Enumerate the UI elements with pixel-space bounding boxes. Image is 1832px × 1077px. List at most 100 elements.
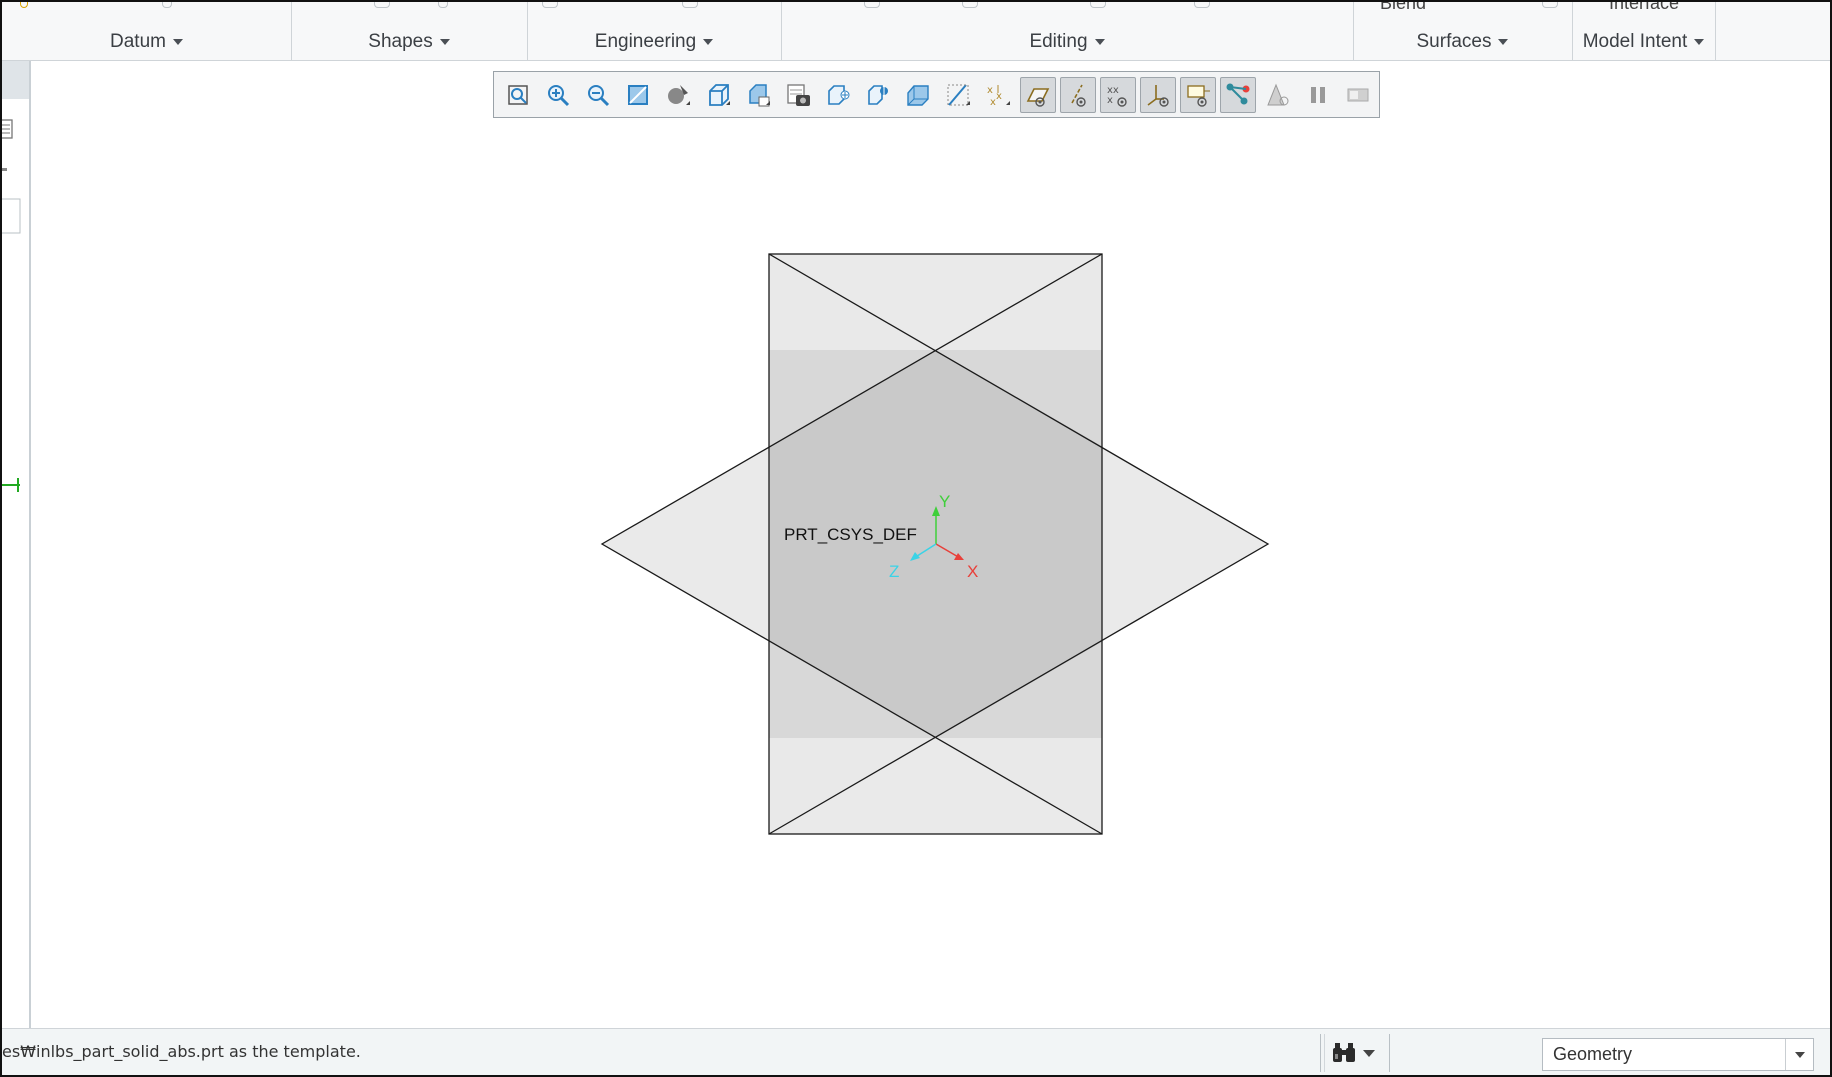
insert-indicator-icon[interactable] xyxy=(2,473,24,497)
editing-group-label: Editing xyxy=(1029,31,1088,52)
point-tag-display-button[interactable]: xx x xyxy=(1100,76,1136,113)
csys-display-icon xyxy=(1147,84,1169,107)
dropdown-arrow xyxy=(1785,1039,1813,1070)
graphics-toolbar: x x x xx x xyxy=(493,71,1380,118)
status-bar: es₩inlbs_part_solid_abs.prt as the templ… xyxy=(2,1028,1830,1075)
point-tag-display-icon: xxx xyxy=(1107,85,1127,107)
section-button[interactable] xyxy=(900,77,936,113)
axis-display-button[interactable] xyxy=(1060,76,1096,113)
annotation-filter-button[interactable] xyxy=(1180,76,1216,113)
ribbon-top-clipped: Blend Interface xyxy=(2,2,1830,16)
pause-button[interactable] xyxy=(1300,77,1336,113)
caret-down-icon xyxy=(703,39,714,45)
zoom-out-icon xyxy=(588,84,610,106)
saved-orientations-button[interactable] xyxy=(700,77,736,113)
animation-icon xyxy=(1267,83,1289,105)
csys-display-button[interactable] xyxy=(1140,76,1176,113)
application-window: Blend Interface Datum Shapes Engineering… xyxy=(0,0,1832,1077)
saved-orientations-icon xyxy=(709,83,730,106)
clipped-icon xyxy=(1194,2,1210,8)
editing-group-menu[interactable]: Editing xyxy=(781,28,1353,56)
z-axis-label: Z xyxy=(889,562,899,581)
ribbon: Blend Interface Datum Shapes Engineering… xyxy=(2,2,1830,61)
repaint-button[interactable] xyxy=(620,77,656,113)
clipped-icon xyxy=(962,2,978,8)
named-views-icon xyxy=(749,83,770,106)
perspective-view-icon xyxy=(828,84,850,105)
shapes-group-menu[interactable]: Shapes xyxy=(291,28,527,56)
clipped-icon xyxy=(542,2,558,8)
x-axis-label: X xyxy=(967,562,978,581)
caret-down-icon xyxy=(1498,39,1509,45)
pause-icon xyxy=(1311,86,1325,103)
search-field-edge[interactable] xyxy=(2,197,24,237)
perspective-view-button[interactable] xyxy=(820,77,856,113)
datum-group-menu[interactable]: Datum xyxy=(2,28,291,56)
caret-down-icon xyxy=(1094,39,1105,45)
display-style-button[interactable] xyxy=(660,77,696,113)
find-options-dropdown[interactable] xyxy=(1359,1038,1379,1068)
playback-icon xyxy=(1347,88,1369,101)
svg-text:x: x xyxy=(996,91,1002,102)
model-intent-group-menu[interactable]: Model Intent xyxy=(1572,28,1715,56)
zoom-in-icon xyxy=(548,84,570,106)
datum-group-label: Datum xyxy=(110,31,166,52)
tree-settings-icon[interactable] xyxy=(2,117,16,143)
model-tree-panel-edge[interactable] xyxy=(2,61,31,1028)
axis-display-icon xyxy=(1071,84,1086,107)
spin-display-icon xyxy=(1226,83,1250,104)
clipped-icon xyxy=(682,2,698,8)
caret-down-icon xyxy=(1363,1049,1375,1057)
interface-button-label[interactable]: Interface xyxy=(1609,2,1679,14)
clipped-icon xyxy=(1542,2,1558,8)
view-manager-icon xyxy=(787,83,810,106)
surfaces-group-label: Surfaces xyxy=(1416,31,1492,52)
find-tool xyxy=(1320,1034,1390,1072)
find-button[interactable] xyxy=(1329,1038,1359,1068)
annotation-filter-icon xyxy=(1187,84,1210,107)
refit-button[interactable] xyxy=(500,77,536,113)
spin-center-button[interactable] xyxy=(860,77,896,113)
clipped-icon xyxy=(864,2,880,8)
point-display-button[interactable]: xxx xyxy=(980,77,1016,113)
plane-overlap-region xyxy=(769,350,1102,738)
caret-down-icon xyxy=(1794,1051,1805,1058)
engineering-group-label: Engineering xyxy=(594,31,697,52)
zoom-in-button[interactable] xyxy=(540,77,576,113)
status-message: es₩inlbs_part_solid_abs.prt as the templ… xyxy=(2,1042,361,1061)
zoom-out-button[interactable] xyxy=(580,77,616,113)
csys-triad[interactable] xyxy=(910,506,964,561)
top-datum-plane[interactable] xyxy=(602,254,1102,834)
display-style-icon xyxy=(668,84,690,105)
graphics-area[interactable]: PRT_CSYS_DEF Y X Z xyxy=(2,2,1832,1077)
plane-display-icon xyxy=(1026,87,1050,107)
svg-text:x: x xyxy=(1107,95,1113,106)
dot-icon xyxy=(2,168,7,171)
clipped-icon xyxy=(1090,2,1106,8)
model-intent-group-label: Model Intent xyxy=(1582,31,1688,52)
refit-icon xyxy=(508,84,528,105)
clipped-icon xyxy=(374,2,390,8)
selection-filter-dropdown[interactable]: Geometry xyxy=(1542,1038,1814,1071)
view-manager-button[interactable] xyxy=(780,77,816,113)
caret-down-icon xyxy=(439,39,450,45)
csys-label[interactable]: PRT_CSYS_DEF xyxy=(784,525,917,544)
clipped-icon xyxy=(20,2,28,8)
annotation-display-icon xyxy=(947,83,970,106)
animation-button[interactable] xyxy=(1260,77,1296,113)
annotation-display-button[interactable] xyxy=(940,77,976,113)
front-datum-plane[interactable] xyxy=(769,254,1102,834)
spin-display-button[interactable] xyxy=(1220,76,1256,113)
clipped-icon xyxy=(438,2,448,8)
right-datum-plane[interactable] xyxy=(769,254,1268,834)
y-axis-label: Y xyxy=(939,492,950,511)
plane-outlines xyxy=(600,253,1270,835)
engineering-group-menu[interactable]: Engineering xyxy=(527,28,781,56)
caret-down-icon xyxy=(1694,39,1705,45)
playback-button[interactable] xyxy=(1340,77,1376,113)
shapes-group-label: Shapes xyxy=(368,31,433,52)
plane-display-button[interactable] xyxy=(1020,76,1056,113)
surfaces-group-menu[interactable]: Surfaces xyxy=(1353,28,1572,56)
blend-button-label[interactable]: Blend xyxy=(1380,2,1426,14)
named-views-button[interactable] xyxy=(740,77,776,113)
